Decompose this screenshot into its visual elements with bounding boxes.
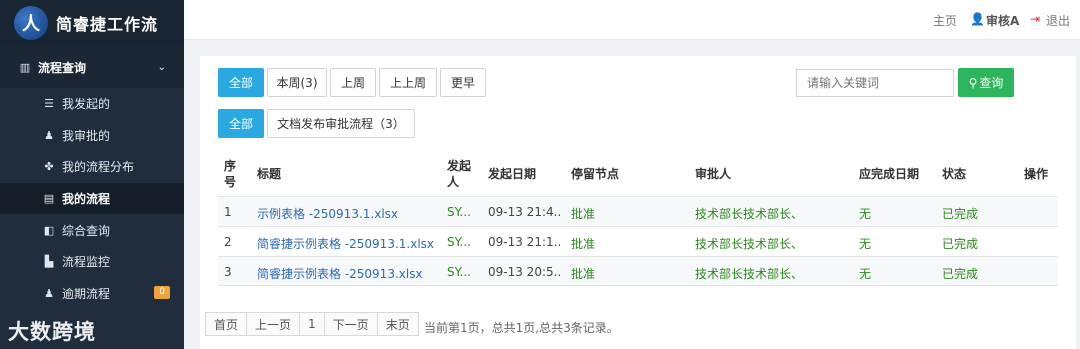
sidebar-item-my-flows[interactable]: ▤ 我的流程 (0, 182, 184, 215)
search-button[interactable]: ⚲ 查询 (958, 68, 1014, 97)
menu-group-flow-query[interactable]: ▥ 流程查询 ⌄ (0, 46, 184, 88)
logout-icon: ⇥ (1030, 12, 1041, 26)
cell-initiator: SY... (447, 265, 471, 279)
cell-due: 无 (859, 207, 872, 221)
sidebar-item-label: 流程监控 (62, 255, 111, 270)
col-header-initiator: 发起人 (447, 159, 472, 189)
cell-index: 2 (224, 235, 232, 249)
cell-date: 09-13 21:4... (488, 205, 560, 219)
cell-index: 1 (224, 205, 232, 219)
logout-link[interactable]: 退出 (1046, 12, 1070, 29)
sidebar-item-initiated[interactable]: ☰ 我发起的 (0, 88, 184, 120)
cell-status: 已完成 (942, 237, 979, 251)
cell-status: 已完成 (942, 267, 979, 281)
chevron-down-icon: ⌄ (157, 61, 166, 73)
user-icon: 👤 (970, 12, 985, 26)
cell-approver: 技术部长技术部长、 (695, 267, 804, 281)
cell-due: 无 (859, 267, 872, 281)
top-bar: 主页 👤 审核A ⇥ 退出 (184, 0, 1080, 40)
menu-group-label: 流程查询 (38, 60, 87, 75)
cell-initiator: SY... (447, 235, 471, 249)
server-icon: ▤ (43, 192, 55, 206)
col-header-status: 状态 (942, 167, 967, 181)
pager-last-button[interactable]: 末页 (376, 312, 419, 336)
cell-title-link[interactable]: 示例表格 -250913.1.xlsx (257, 205, 398, 222)
list-icon: ☰ (44, 97, 54, 111)
filter-time-this-week[interactable]: 本周(3) (267, 68, 327, 97)
col-header-title: 标题 (257, 167, 282, 181)
sidebar-item-label: 我审批的 (62, 128, 111, 143)
sidebar-item-label: 我发起的 (62, 97, 111, 112)
brand-logo: 人 (14, 6, 48, 40)
sidebar-item-distribution[interactable]: ✤ 我的流程分布 (0, 151, 184, 183)
sidebar-item-general-query[interactable]: ◧ 综合查询 (0, 214, 184, 246)
sidebar-item-label: 我的流程分布 (62, 160, 135, 175)
overdue-count-badge: 0 (154, 285, 170, 299)
col-header-due: 应完成日期 (859, 167, 920, 181)
cell-node: 批准 (571, 207, 596, 221)
user-name[interactable]: 审核A (986, 12, 1019, 29)
filter-time-all[interactable]: 全部 (218, 68, 264, 97)
user-clock-icon: ♟ (44, 286, 54, 300)
sidebar-item-monitor[interactable]: ▙ 流程监控 (0, 246, 184, 278)
sidebar-item-overdue[interactable]: ♟ 逾期流程 0 (0, 278, 184, 310)
pager-info: 当前第1页，总共1页,总共3条记录。 (424, 321, 619, 335)
filter-type-all[interactable]: 全部 (218, 109, 264, 138)
col-header-action: 操作 (1024, 167, 1049, 181)
toggle-icon: ◧ (43, 223, 55, 237)
brand: 人 简睿捷工作流 (0, 0, 184, 46)
filter-time-earlier[interactable]: 更早 (440, 68, 486, 97)
filter-time-week-before[interactable]: 上上周 (379, 68, 437, 97)
search-icon: ⚲ (968, 75, 978, 90)
pager-page-1[interactable]: 1 (299, 312, 325, 336)
filter-type-doc-approval[interactable]: 文档发布审批流程（3） (267, 109, 415, 138)
col-header-index: 序号 (224, 159, 237, 189)
cell-title-link[interactable]: 简睿捷示例表格 -250913.xlsx (257, 265, 423, 282)
cell-initiator: SY... (447, 205, 471, 219)
cell-status: 已完成 (942, 207, 979, 221)
user-edit-icon: ♟ (44, 128, 54, 142)
col-header-approver: 审批人 (695, 167, 732, 181)
main-card: 全部 本周(3) 上周 上上周 更早 全部 文档发布审批流程（3） ⚲ 查询 序… (200, 56, 1076, 349)
cell-date: 09-13 21:1... (488, 235, 560, 249)
sidebar-item-approved[interactable]: ♟ 我审批的 (0, 120, 184, 152)
brand-title: 简睿捷工作流 (56, 15, 159, 34)
search-button-label: 查询 (979, 76, 1004, 90)
table-row: 1 示例表格 -250913.1.xlsx SY... 09-13 21:4..… (218, 196, 1058, 226)
watermark: 大数跨境 (8, 320, 96, 344)
table-row: 2 简睿捷示例表格 -250913.1.xlsx SY... 09-13 21:… (218, 226, 1058, 256)
cell-date: 09-13 20:5... (488, 265, 560, 279)
filter-time-last-week[interactable]: 上周 (330, 68, 376, 97)
col-header-date: 发起日期 (488, 167, 537, 181)
cell-node: 批准 (571, 237, 596, 251)
cell-index: 3 (224, 265, 232, 279)
sidebar-item-label: 综合查询 (62, 223, 111, 238)
bar-chart-icon: ▥ (19, 60, 31, 74)
cell-approver: 技术部长技术部长、 (695, 207, 804, 221)
sidebar-item-label: 我的流程 (62, 192, 111, 207)
cell-node: 批准 (571, 267, 596, 281)
cell-approver: 技术部长技术部长、 (695, 237, 804, 251)
table-row: 3 简睿捷示例表格 -250913.xlsx SY... 09-13 20:5.… (218, 256, 1058, 286)
col-header-node: 停留节点 (571, 167, 620, 181)
grid-icon: ✤ (44, 160, 54, 174)
sidebar-item-label: 逾期流程 (62, 286, 111, 301)
pager-next-button[interactable]: 下一页 (323, 312, 378, 336)
pager-first-button[interactable]: 首页 (205, 312, 248, 336)
monitor-icon: ▙ (44, 255, 54, 269)
cell-title-link[interactable]: 简睿捷示例表格 -250913.1.xlsx (257, 235, 434, 252)
search-input[interactable] (796, 69, 954, 97)
sidebar: 人 简睿捷工作流 ▥ 流程查询 ⌄ ☰ 我发起的 ♟ 我审批的 ✤ 我的流程分布… (0, 0, 184, 349)
cell-due: 无 (859, 237, 872, 251)
home-link[interactable]: 主页 (933, 12, 957, 29)
pagination: 首页 上一页 1 下一页 末页 (205, 312, 419, 336)
pager-prev-button[interactable]: 上一页 (246, 312, 301, 336)
